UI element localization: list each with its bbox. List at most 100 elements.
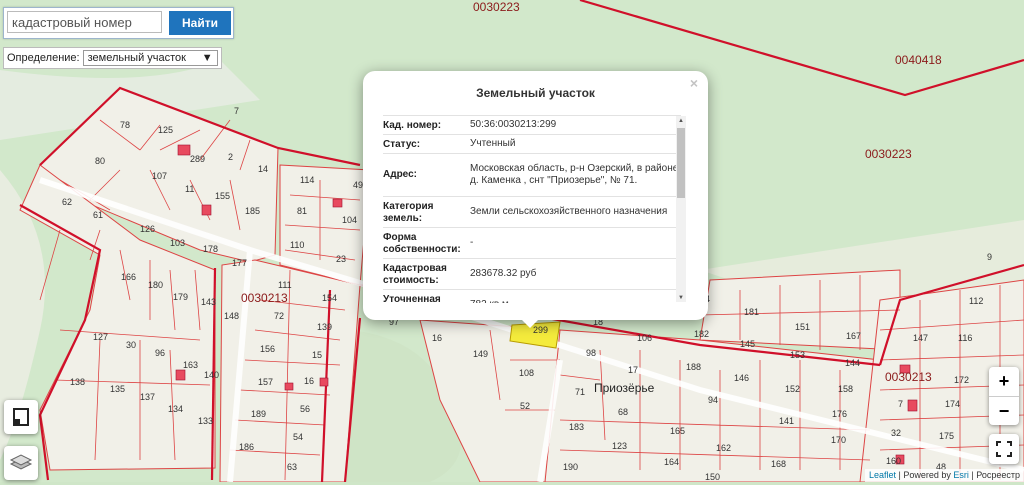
parcel-number[interactable]: 52 xyxy=(520,401,530,411)
parcel-number[interactable]: 98 xyxy=(586,348,596,358)
parcel-number[interactable]: 15 xyxy=(312,350,322,360)
parcel-number[interactable]: 179 xyxy=(173,292,188,302)
parcel-number[interactable]: 147 xyxy=(913,333,928,343)
zoom-out-button[interactable]: − xyxy=(989,397,1019,426)
parcel-number[interactable]: 165 xyxy=(670,426,685,436)
parcel-number[interactable]: 150 xyxy=(705,472,720,482)
parcel-number[interactable]: 61 xyxy=(93,210,103,220)
parcel-number[interactable]: 133 xyxy=(198,416,213,426)
parcel-number[interactable]: 116 xyxy=(958,333,972,343)
parcel-number[interactable]: 62 xyxy=(62,197,72,207)
parcel-number[interactable]: 185 xyxy=(245,206,260,216)
parcel-number[interactable]: 72 xyxy=(274,311,284,321)
scroll-up-icon[interactable]: ▲ xyxy=(678,118,684,124)
parcel-number[interactable]: 145 xyxy=(740,339,755,349)
definition-select[interactable]: земельный участок ▼ xyxy=(82,50,218,66)
parcel-number[interactable]: 126 xyxy=(140,224,155,234)
parcel-number[interactable]: 158 xyxy=(838,384,853,394)
parcel-number[interactable]: 14 xyxy=(258,164,268,174)
parcel-number[interactable]: 146 xyxy=(734,373,749,383)
parcel-number[interactable]: 168 xyxy=(771,459,786,469)
parcel-number[interactable]: 110 xyxy=(290,240,304,250)
parcel-number[interactable]: 78 xyxy=(120,120,130,130)
parcel-number[interactable]: 94 xyxy=(708,395,718,405)
parcel-number[interactable]: 125 xyxy=(158,125,173,135)
parcel-number[interactable]: 49 xyxy=(353,180,363,190)
parcel-number[interactable]: 141 xyxy=(779,416,794,426)
zoom-in-button[interactable]: + xyxy=(989,367,1019,397)
parcel-number[interactable]: 164 xyxy=(664,457,679,467)
parcel-number[interactable]: 143 xyxy=(201,297,216,307)
parcel-number[interactable]: 140 xyxy=(204,370,219,380)
parcel-number[interactable]: 123 xyxy=(612,441,627,451)
esri-link[interactable]: Esri xyxy=(953,470,969,480)
parcel-number[interactable]: 289 xyxy=(190,154,205,164)
parcel-number[interactable]: 63 xyxy=(287,462,297,472)
parcel-number[interactable]: 170 xyxy=(831,435,846,445)
parcel-number[interactable]: 106 xyxy=(637,333,652,343)
parcel-number[interactable]: 174 xyxy=(945,399,960,409)
parcel-number[interactable]: 17 xyxy=(628,365,638,375)
search-button[interactable]: Найти xyxy=(169,11,231,35)
parcel-number[interactable]: 112 xyxy=(969,296,983,306)
search-input[interactable] xyxy=(7,11,162,33)
parcel-number[interactable]: 138 xyxy=(70,377,85,387)
fullscreen-button[interactable] xyxy=(989,434,1019,464)
parcel-number[interactable]: 157 xyxy=(258,377,273,387)
parcel-number[interactable]: 162 xyxy=(716,443,731,453)
parcel-number[interactable]: 188 xyxy=(686,362,701,372)
parcel-number[interactable]: 30 xyxy=(126,340,136,350)
parcel-number[interactable]: 167 xyxy=(846,331,861,341)
parcel-number[interactable]: 104 xyxy=(342,215,357,225)
parcel-number[interactable]: 176 xyxy=(832,409,847,419)
parcel-number[interactable]: 114 xyxy=(300,175,314,185)
parcel-number[interactable]: 151 xyxy=(795,322,810,332)
parcel-number[interactable]: 156 xyxy=(260,344,275,354)
parcel-number[interactable]: 153 xyxy=(790,350,805,360)
popup-scrollbar[interactable]: ▲ ▼ xyxy=(676,116,686,302)
parcel-number[interactable]: 2 xyxy=(228,152,233,162)
parcel-number[interactable]: 190 xyxy=(563,462,578,472)
parcel-number[interactable]: 23 xyxy=(336,254,346,264)
parcel-number[interactable]: 175 xyxy=(939,431,954,441)
parcel-number[interactable]: 163 xyxy=(183,360,198,370)
parcel-number[interactable]: 137 xyxy=(140,392,155,402)
parcel-number[interactable]: 7 xyxy=(898,399,903,409)
parcel-number[interactable]: 160 xyxy=(886,456,901,466)
parcel-number[interactable]: 81 xyxy=(297,206,307,216)
parcel-number[interactable]: 189 xyxy=(251,409,266,419)
parcel-number[interactable]: 180 xyxy=(148,280,163,290)
parcel-number[interactable]: 16 xyxy=(432,333,442,343)
parcel-number[interactable]: 11 xyxy=(185,184,194,194)
parcel-number[interactable]: 108 xyxy=(519,368,534,378)
parcel-number[interactable]: 9 xyxy=(987,252,992,262)
parcel-number[interactable]: 181 xyxy=(744,307,759,317)
scroll-thumb[interactable] xyxy=(677,128,685,198)
parcel-number[interactable]: 177 xyxy=(232,258,247,268)
parcel-number[interactable]: 178 xyxy=(203,244,218,254)
parcel-number[interactable]: 103 xyxy=(170,238,185,248)
parcel-number[interactable]: 149 xyxy=(473,349,488,359)
layers-button[interactable] xyxy=(4,446,38,480)
parcel-number[interactable]: 96 xyxy=(155,348,165,358)
map-mode-button[interactable] xyxy=(4,400,38,434)
parcel-number[interactable]: 134 xyxy=(168,404,183,414)
parcel-number[interactable]: 71 xyxy=(575,387,585,397)
parcel-number[interactable]: 139 xyxy=(317,322,332,332)
parcel-number[interactable]: 54 xyxy=(293,432,303,442)
parcel-number[interactable]: 127 xyxy=(93,332,108,342)
parcel-number[interactable]: 56 xyxy=(300,404,310,414)
leaflet-link[interactable]: Leaflet xyxy=(869,470,896,480)
parcel-number[interactable]: 7 xyxy=(234,106,239,116)
parcel-number[interactable]: 155 xyxy=(215,191,230,201)
parcel-number[interactable]: 166 xyxy=(121,272,136,282)
parcel-number[interactable]: 135 xyxy=(110,384,125,394)
parcel-number[interactable]: 183 xyxy=(569,422,584,432)
parcel-number[interactable]: 32 xyxy=(891,428,901,438)
parcel-number[interactable]: 148 xyxy=(224,311,239,321)
parcel-number[interactable]: 16 xyxy=(304,376,314,386)
parcel-number[interactable]: 186 xyxy=(239,442,254,452)
scroll-down-icon[interactable]: ▼ xyxy=(678,295,684,301)
parcel-number[interactable]: 152 xyxy=(785,384,800,394)
parcel-number[interactable]: 154 xyxy=(322,293,337,303)
